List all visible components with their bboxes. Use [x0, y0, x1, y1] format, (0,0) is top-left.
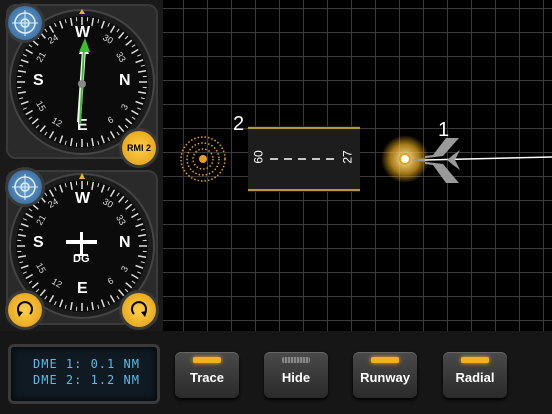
rotate-right-button[interactable] — [122, 293, 156, 327]
radial-line — [424, 156, 552, 161]
trace-lamp — [193, 357, 221, 363]
rotate-left-button[interactable] — [8, 293, 42, 327]
rmi-source-button[interactable] — [8, 6, 42, 40]
dg-source-button[interactable] — [8, 170, 42, 204]
rotate-right-icon — [131, 301, 147, 317]
radial-lamp — [461, 357, 489, 363]
rmi-instrument: W S N E 24 30 33 21 15 3 12 6 RMI 2 — [6, 4, 158, 165]
runway-right-number: 27 — [340, 150, 355, 164]
dg-center-label: DG — [73, 253, 90, 265]
dme-display: DME 1: 0.1 NM DME 2: 1.2 NM — [8, 344, 160, 404]
runway-lamp — [371, 357, 399, 363]
station-2-marker[interactable] — [180, 136, 226, 182]
instrument-panel: W S N E 24 30 33 21 15 3 12 6 RMI 2 W S … — [0, 0, 163, 331]
map-grid[interactable]: 2 1 60 27 — [163, 0, 552, 331]
hide-button[interactable]: Hide — [264, 352, 328, 398]
hide-label: Hide — [281, 370, 311, 385]
map-layer — [180, 126, 552, 192]
crosshair-icon — [12, 10, 38, 36]
runway-label: Runway — [360, 370, 410, 385]
dme-line-1: DME 1: 0.1 NM — [33, 357, 140, 371]
rmi-2-button[interactable]: RMI 2 — [122, 131, 156, 165]
dme-line-2: DME 2: 1.2 NM — [33, 373, 140, 387]
runway-button[interactable]: Runway — [353, 352, 417, 398]
dg-instrument: W S N E 24 30 33 21 15 3 12 6 DG — [6, 170, 158, 327]
rotate-left-icon — [17, 301, 33, 317]
hide-lamp — [282, 357, 310, 363]
rmi-2-label: RMI 2 — [126, 143, 151, 153]
station-2-label: 2 — [233, 113, 245, 135]
radial-button[interactable]: Radial — [443, 352, 507, 398]
station-1-label: 1 — [438, 119, 450, 141]
trace-button[interactable]: Trace — [175, 352, 239, 398]
radial-label: Radial — [455, 370, 495, 385]
runway-left-number: 60 — [251, 150, 266, 164]
trace-label: Trace — [190, 370, 224, 385]
crosshair-icon — [12, 174, 38, 200]
